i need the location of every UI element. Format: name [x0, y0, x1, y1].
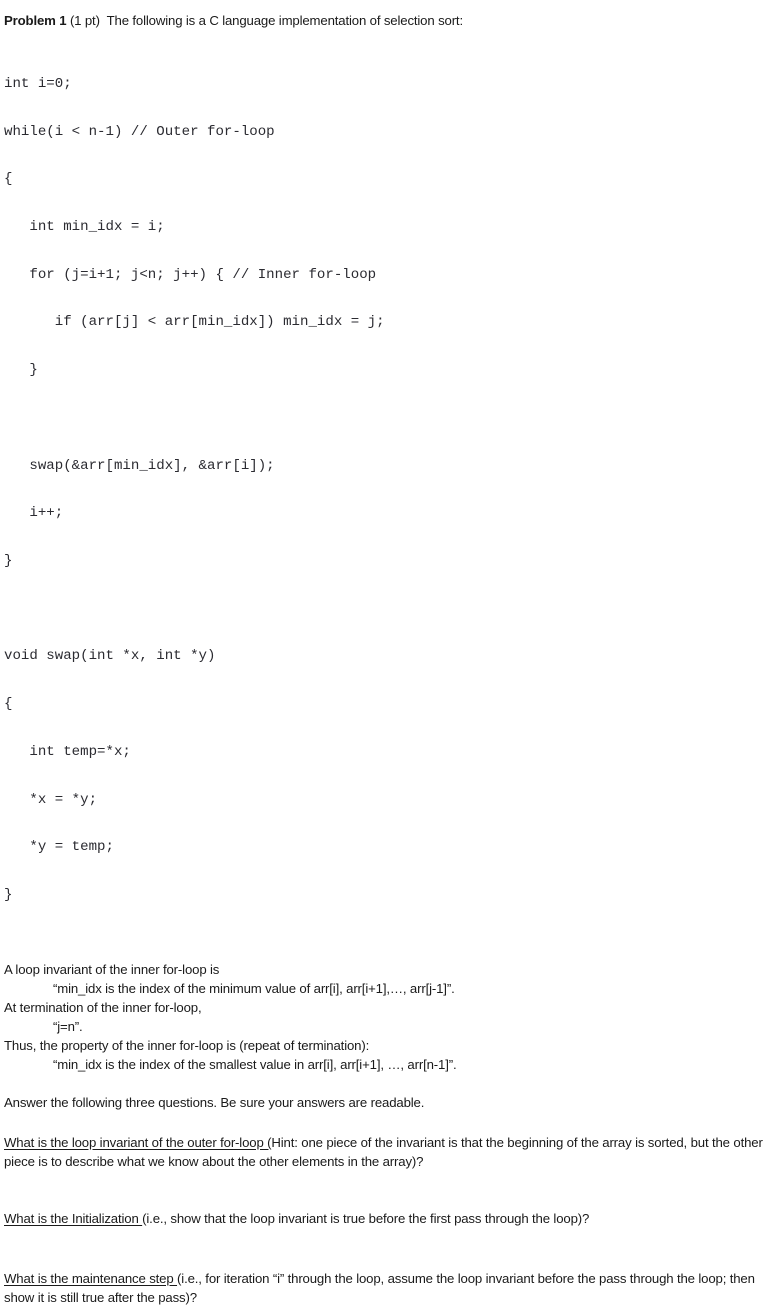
- invariant-section: A loop invariant of the inner for-loop i…: [0, 936, 775, 1074]
- inner-invariant-intro: A loop invariant of the inner for-loop i…: [4, 961, 220, 977]
- question-1: What is the loop invariant of the outer …: [0, 1112, 775, 1171]
- question-2-rest: (i.e., show that the loop invariant is t…: [142, 1210, 590, 1226]
- code-line: *x = *y;: [4, 791, 98, 808]
- source-code-block: int i=0; while(i < n-1) // Outer for-loo…: [0, 30, 775, 936]
- question-3-text: What is the maintenance step (i.e., for …: [4, 1269, 771, 1307]
- inner-property-quote: “min_idx is the index of the smallest va…: [53, 1056, 457, 1072]
- code-line: int temp=*x;: [4, 743, 131, 760]
- code-line: void swap(int *x, int *y): [4, 648, 216, 665]
- code-line: }: [4, 552, 13, 569]
- problem-points: (1 pt): [69, 13, 100, 28]
- code-line: swap(&arr[min_idx], &arr[i]);: [4, 457, 275, 474]
- heading-gap: [100, 13, 107, 28]
- document-page: Problem 1 (1 pt) The following is a C la…: [0, 0, 775, 1305]
- question-3-underlined: What is the maintenance step: [4, 1270, 178, 1286]
- code-line: if (arr[j] < arr[min_idx]) min_idx = j;: [4, 314, 385, 331]
- problem-intro-text: The following is a C language implementa…: [106, 13, 463, 28]
- code-line: int min_idx = i;: [4, 218, 165, 235]
- inner-property-intro: Thus, the property of the inner for-loop…: [4, 1037, 370, 1053]
- question-2: What is the Initialization (i.e., show t…: [0, 1171, 775, 1228]
- code-line: i++;: [4, 505, 64, 522]
- code-line: int i=0;: [4, 75, 72, 92]
- code-line: }: [4, 887, 13, 903]
- code-line: *y = temp;: [4, 839, 114, 856]
- code-line: }: [4, 362, 38, 379]
- problem-label: Problem 1: [4, 13, 67, 28]
- inner-invariant-quote: “min_idx is the index of the minimum val…: [53, 980, 455, 996]
- code-line: {: [4, 696, 13, 713]
- code-line: for (j=i+1; j<n; j++) { // Inner for-loo…: [4, 266, 377, 283]
- question-1-text: What is the loop invariant of the outer …: [4, 1133, 771, 1171]
- question-2-underlined: What is the Initialization: [4, 1210, 143, 1226]
- code-line: while(i < n-1) // Outer for-loop: [4, 123, 275, 140]
- question-1-underlined: What is the loop invariant of the outer …: [4, 1134, 272, 1150]
- inner-termination-quote: “j=n”.: [53, 1018, 83, 1034]
- answer-instructions: Answer the following three questions. Be…: [4, 1094, 425, 1110]
- inner-termination-intro: At termination of the inner for-loop,: [4, 999, 202, 1015]
- question-2-text: What is the Initialization (i.e., show t…: [4, 1209, 771, 1228]
- page-title: Problem 1 (1 pt) The following is a C la…: [0, 0, 775, 30]
- question-3: What is the maintenance step (i.e., for …: [0, 1228, 775, 1307]
- code-line: {: [4, 171, 13, 188]
